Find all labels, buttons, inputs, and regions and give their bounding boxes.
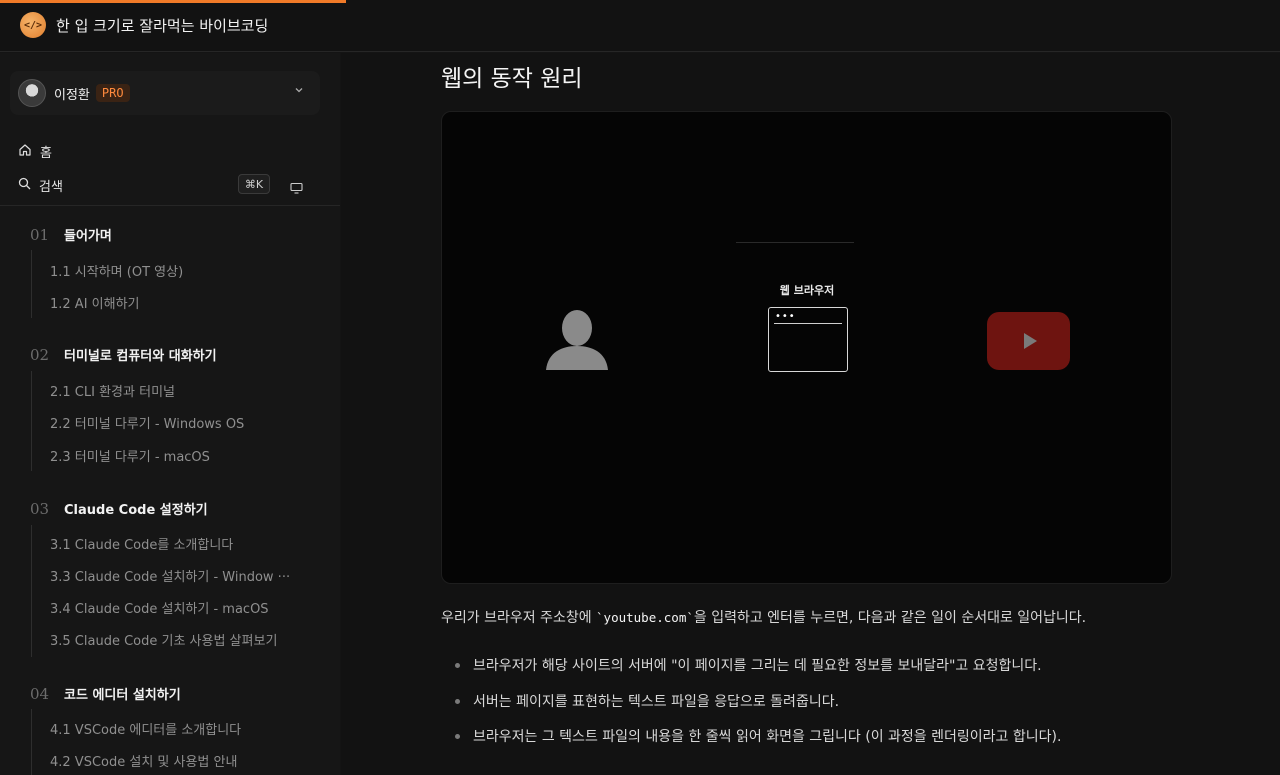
section-rail [31,709,32,775]
section-rail [31,371,32,471]
list-item-text: 브라우저가 해당 사이트의 서버에 "이 페이지를 그리는 데 필요한 정보를 … [473,658,1042,674]
list-item: 브라우저가 해당 사이트의 서버에 "이 페이지를 그리는 데 필요한 정보를 … [455,655,1042,675]
lesson-link[interactable]: 3.1 Claude Code를 소개합니다 [50,534,233,553]
section-title: 터미널로 컴퓨터와 대화하기 [64,349,217,364]
list-item-text: 서버는 페이지를 표현하는 텍스트 파일을 응답으로 돌려줍니다. [473,694,840,710]
intro-text: 우리가 브라우저 주소창에 [441,610,597,626]
section-number: 01 [30,225,50,244]
search-icon [18,177,31,194]
inline-code: `youtube.com` [596,610,694,625]
reading-progress-bar [0,0,346,3]
bullet-dot [455,733,460,739]
section-rail [31,525,32,657]
search-shortcut: ⌘K [238,174,270,194]
sidebar: 이정환 PRO 홈 검색 ⌘K 01 들어가며 1.1 시작하며 (OT 영상)… [0,53,340,775]
browser-dots: ••• [775,311,796,322]
lesson-link[interactable]: 2.3 터미널 다루기 - macOS [50,446,210,465]
lesson-link[interactable]: 1.1 시작하며 (OT 영상) [50,261,183,280]
list-item: 브라우저는 그 텍스트 파일의 내용을 한 줄씩 읽어 화면을 그립니다 (이 … [455,726,1061,746]
lesson-link[interactable]: 4.2 VSCode 설치 및 사용법 안내 [50,751,237,770]
lesson-link[interactable]: 3.4 Claude Code 설치하기 - macOS [50,598,269,617]
avatar [18,79,46,107]
browser-label: 웹 브라우저 [779,284,835,297]
section-title: Claude Code 설정하기 [64,503,208,518]
section-header[interactable]: 04 코드 에디터 설치하기 [30,684,181,704]
monitor-icon[interactable] [290,179,303,198]
section-header[interactable]: 02 터미널로 컴퓨터와 대화하기 [30,345,217,365]
lesson-link[interactable]: 2.1 CLI 환경과 터미널 [50,381,175,400]
intro-paragraph: 우리가 브라우저 주소창에 `youtube.com`을 입력하고 엔터를 누르… [441,607,1086,627]
browser-address-bar [774,323,842,324]
user-name: 이정환 [54,87,90,103]
section-header[interactable]: 03 Claude Code 설정하기 [30,499,208,519]
main-content: 웹의 동작 원리 웹 브라우저 ••• 우리가 브라우저 주소창에 `youtu… [341,53,1280,775]
chevron-down-icon [294,84,304,98]
course-title: 한 입 크기로 잘라먹는 바이브코딩 [56,16,269,35]
section-title: 코드 에디터 설치하기 [64,688,181,703]
nav-home[interactable]: 홈 [18,142,52,161]
section-number: 03 [30,499,50,518]
lesson-link[interactable]: 2.2 터미널 다루기 - Windows OS [50,413,244,432]
brand[interactable]: </> 한 입 크기로 잘라먹는 바이브코딩 [20,12,268,38]
nav-home-label: 홈 [40,146,52,161]
top-bar: </> 한 입 크기로 잘라먹는 바이브코딩 [0,0,1280,52]
user-menu[interactable]: 이정환 PRO [10,71,320,115]
browser-window-icon: ••• [768,307,848,372]
list-item-text: 브라우저는 그 텍스트 파일의 내용을 한 줄씩 읽어 화면을 그립니다 (이 … [473,729,1062,745]
sidebar-divider [0,205,340,206]
intro-text-after: 을 입력하고 엔터를 누르면, 다음과 같은 일이 순서대로 일어납니다. [693,610,1087,626]
lesson-link[interactable]: 4.1 VSCode 에디터를 소개합니다 [50,719,241,738]
section-number: 04 [30,684,50,703]
pro-badge: PRO [95,84,130,102]
bullet-dot [455,698,460,704]
bullet-dot [455,662,460,668]
brand-logo-icon: </> [20,12,46,38]
list-item: 서버는 페이지를 표현하는 텍스트 파일을 응답으로 돌려줍니다. [455,691,839,711]
user-silhouette-icon [542,308,612,376]
lesson-link[interactable]: 3.3 Claude Code 설치하기 - Window ··· [50,566,290,585]
home-icon [18,143,32,161]
section-title: 들어가며 [64,229,112,244]
video-player[interactable]: 웹 브라우저 ••• [441,111,1172,584]
lesson-link[interactable]: 3.5 Claude Code 기초 사용법 살펴보기 [50,630,277,649]
nav-search-label: 검색 [39,180,63,195]
section-header[interactable]: 01 들어가며 [30,225,112,245]
nav-search[interactable]: 검색 [18,176,63,195]
youtube-play-icon [987,312,1070,370]
section-rail [31,250,32,318]
page-title: 웹의 동작 원리 [441,66,583,92]
section-number: 02 [30,345,50,364]
lesson-link[interactable]: 1.2 AI 이해하기 [50,293,140,312]
video-divider-line [736,242,854,243]
